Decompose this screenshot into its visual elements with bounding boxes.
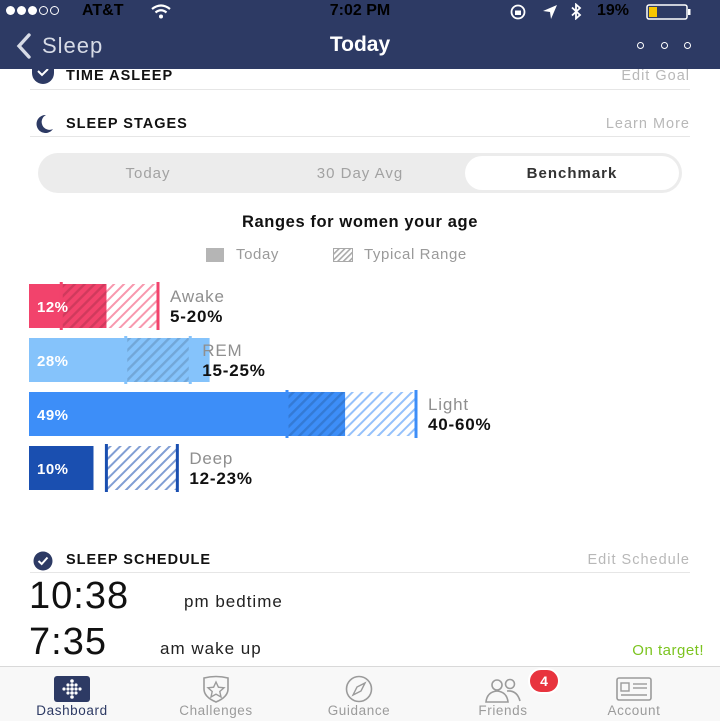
value-label-rem: 28%	[37, 353, 69, 370]
friends-badge: 4	[528, 668, 560, 694]
back-label: Sleep	[42, 33, 104, 58]
divider	[30, 572, 690, 573]
bluetooth-icon	[571, 3, 582, 20]
location-arrow-icon	[543, 5, 557, 19]
battery-percent: 19%	[597, 2, 630, 19]
tab-label: Challenges	[179, 703, 253, 718]
moon-icon	[36, 114, 53, 133]
range-max-line-rem	[188, 336, 192, 384]
stage-name-rem: REM	[202, 341, 242, 360]
stage-range-rem: 15-25%	[202, 361, 265, 380]
stage-range-light: 40-60%	[428, 415, 491, 434]
stage-name-awake: Awake	[170, 287, 225, 306]
wake-time: 7:35	[29, 621, 107, 663]
range-max-line-deep	[175, 444, 179, 492]
friends-icon	[485, 678, 521, 703]
learn-more-link[interactable]: Learn More	[540, 116, 690, 132]
back-button[interactable]: Sleep	[16, 30, 103, 62]
divider	[30, 89, 690, 90]
time-asleep-title: TIME ASLEEP	[66, 68, 174, 84]
tab-label: Account	[607, 703, 661, 718]
compass-icon	[345, 675, 373, 703]
checkmark-circle-icon	[33, 551, 53, 571]
tab-account[interactable]: Account	[574, 667, 694, 721]
range-max-line-light	[414, 390, 418, 438]
tab-label: Guidance	[327, 703, 391, 718]
dashboard-icon	[54, 676, 90, 702]
wake-label: am wake up	[160, 639, 262, 658]
stage-name-deep: Deep	[189, 449, 233, 468]
bedtime-label: pm bedtime	[184, 592, 283, 611]
dot-icon	[684, 41, 691, 49]
tab-challenges[interactable]: Challenges	[156, 667, 276, 721]
tab-bar: Dashboard Challenges Guidance Friends Ac…	[0, 666, 720, 721]
tab-label: Friends	[478, 703, 528, 718]
dot-icon	[660, 41, 668, 49]
legend-today-label: Today	[236, 246, 280, 263]
star-badge-icon	[203, 675, 229, 703]
sleep-stages-title: SLEEP STAGES	[66, 116, 188, 132]
stage-range-deep: 12-23%	[189, 469, 252, 488]
value-label-awake: 12%	[37, 299, 69, 316]
sleep-schedule-title: SLEEP SCHEDULE	[66, 552, 212, 568]
value-label-deep: 10%	[37, 461, 69, 478]
segment-today[interactable]: Today	[38, 153, 258, 193]
range-min-line-light	[285, 390, 289, 438]
stage-name-light: Light	[428, 395, 469, 414]
sleep-stages-chart: 12% Awake5-20% 28% REM15-25% 49% Light40-60% 1…	[29, 282, 491, 492]
chart-title: Ranges for women your age	[242, 213, 478, 231]
rotation-lock-icon	[510, 4, 526, 20]
edit-goal-link[interactable]: Edit Goal	[560, 68, 690, 84]
tab-guidance[interactable]: Guidance	[299, 667, 419, 721]
legend-today-swatch	[206, 248, 224, 262]
overlap-rem	[125, 338, 191, 382]
dot-icon	[637, 41, 644, 49]
edit-schedule-link[interactable]: Edit Schedule	[520, 552, 690, 568]
segment-benchmark[interactable]: Benchmark	[465, 156, 679, 190]
schedule-status: On target!	[632, 642, 704, 659]
stage-range-awake: 5-20%	[170, 307, 223, 326]
range-max-line-awake	[156, 282, 160, 330]
typical-range-deep	[106, 446, 178, 490]
value-label-light: 49%	[37, 407, 69, 424]
battery-icon	[646, 4, 691, 20]
account-card-icon	[616, 677, 652, 701]
tab-label: Dashboard	[36, 703, 108, 718]
period-segmented-control: Today 30 Day Avg Benchmark	[38, 153, 682, 193]
tab-dashboard[interactable]: Dashboard	[12, 667, 132, 721]
bedtime-time: 10:38	[29, 575, 130, 617]
segment-30-day-avg[interactable]: 30 Day Avg	[258, 153, 462, 193]
more-options-button[interactable]	[637, 38, 691, 52]
checkmark-circle-icon	[32, 69, 54, 84]
overlap-light	[287, 392, 346, 436]
legend-typical-label: Typical Range	[364, 246, 467, 263]
legend-typical-swatch	[333, 248, 353, 262]
divider	[30, 136, 690, 137]
chevron-left-icon	[16, 33, 31, 59]
range-min-line-deep	[104, 444, 108, 492]
range-min-line-rem	[124, 336, 128, 384]
status-bar: AT&T 7:02 PM 19%	[0, 0, 720, 24]
